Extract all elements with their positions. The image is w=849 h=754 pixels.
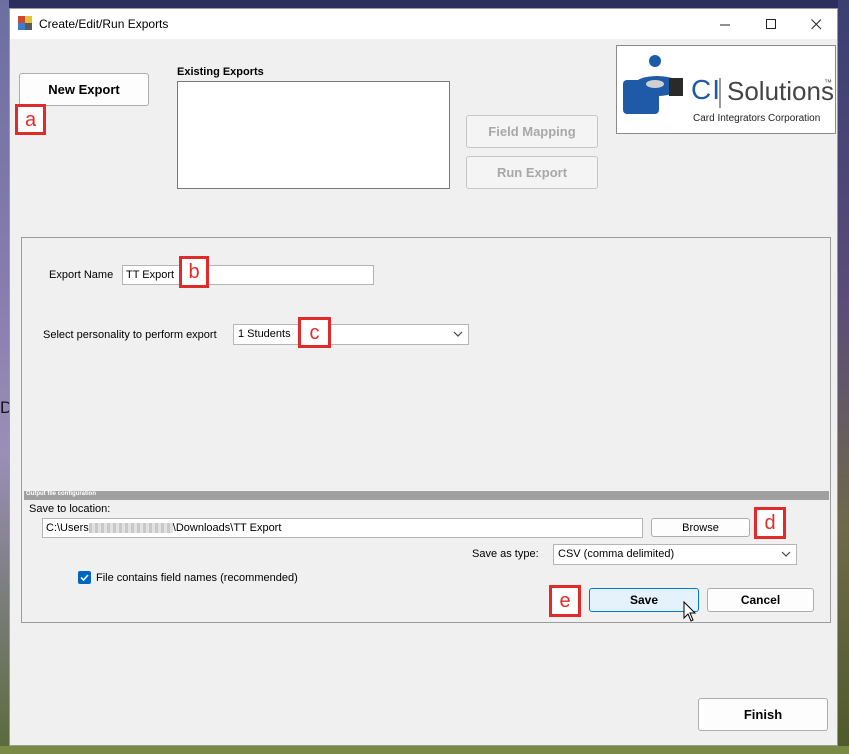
- minimize-button[interactable]: [702, 9, 748, 39]
- cancel-button[interactable]: Cancel: [707, 588, 814, 612]
- close-button[interactable]: [793, 9, 839, 39]
- output-config-title: Output file configuration: [26, 491, 96, 497]
- new-export-button[interactable]: New Export: [19, 73, 149, 106]
- logo-solutions-text: Solutions: [727, 76, 834, 106]
- save-location-label: Save to location:: [29, 503, 111, 515]
- save-path-suffix: \Downloads\TT Export: [172, 522, 282, 534]
- ci-solutions-logo: CI Solutions ™ Card Integrators Corporat…: [616, 45, 836, 134]
- run-export-button[interactable]: Run Export: [466, 156, 598, 189]
- personality-label: Select personality to perform export: [43, 329, 217, 341]
- logo-tagline: Card Integrators Corporation: [693, 113, 821, 124]
- annotation-marker-d: d: [754, 507, 786, 539]
- export-name-input[interactable]: TT Export: [122, 265, 374, 285]
- field-mapping-button[interactable]: Field Mapping: [466, 115, 598, 148]
- existing-exports-list[interactable]: [177, 81, 450, 189]
- field-names-checkbox[interactable]: [78, 571, 91, 584]
- annotation-marker-c: c: [298, 317, 331, 348]
- maximize-icon: [765, 18, 776, 29]
- output-config-header: Output file configuration: [24, 491, 829, 500]
- save-as-type-value: CSV (comma delimited): [558, 548, 675, 560]
- chevron-down-icon: [781, 551, 791, 557]
- annotation-marker-b: b: [179, 256, 209, 288]
- save-path-prefix: C:\Users: [46, 522, 89, 534]
- save-as-type-select[interactable]: CSV (comma delimited): [553, 544, 797, 565]
- save-as-type-label: Save as type:: [472, 548, 539, 560]
- logo-ci-text: CI: [691, 74, 721, 105]
- personality-select-value: 1 Students: [238, 328, 291, 340]
- annotation-marker-a: a: [15, 104, 46, 135]
- existing-exports-label: Existing Exports: [177, 66, 264, 78]
- exports-window: Create/Edit/Run Exports New Export Exist…: [9, 8, 838, 746]
- maximize-button[interactable]: [748, 9, 794, 39]
- annotation-marker-e: e: [549, 585, 581, 617]
- save-location-input[interactable]: C:\Users \Downloads\TT Export: [42, 518, 643, 538]
- browse-button[interactable]: Browse: [651, 518, 750, 537]
- desktop-background-right: [838, 0, 849, 754]
- minimize-icon: [719, 24, 730, 25]
- desktop-background-left: [0, 0, 9, 754]
- checkmark-icon: [80, 574, 89, 582]
- window-title: Create/Edit/Run Exports: [39, 17, 169, 31]
- close-icon: [810, 18, 821, 29]
- desktop-background-bottom: [0, 746, 849, 754]
- logo-trademark: ™: [824, 78, 832, 87]
- field-names-label: File contains field names (recommended): [96, 572, 298, 584]
- title-bar[interactable]: Create/Edit/Run Exports: [10, 9, 837, 39]
- app-icon: [18, 16, 32, 30]
- mouse-pointer-icon: [683, 601, 697, 622]
- redacted-username: [88, 523, 173, 534]
- finish-button[interactable]: Finish: [698, 698, 828, 731]
- personality-select[interactable]: 1 Students: [233, 324, 469, 345]
- chevron-down-icon: [453, 331, 463, 337]
- export-details-panel: Export Name TT Export Select personality…: [21, 237, 831, 623]
- export-name-label: Export Name: [49, 269, 114, 281]
